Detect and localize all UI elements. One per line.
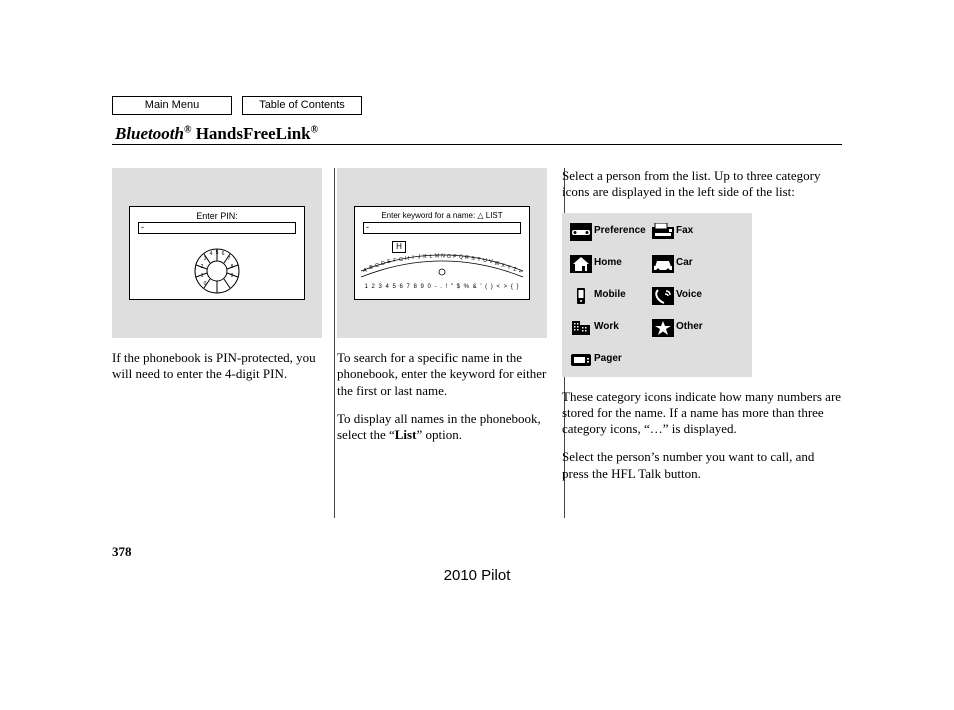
svg-text:D: D xyxy=(381,261,385,267)
toc-button[interactable]: Table of Contents xyxy=(242,96,362,115)
svg-text:S: S xyxy=(471,256,475,262)
svg-text:Z: Z xyxy=(513,267,516,273)
svg-text:R: R xyxy=(465,255,469,261)
category-icons-panel: Preference Fax Home Car Mobile Voice Wor… xyxy=(562,213,752,377)
categories-intro: Select a person from the list. Up to thr… xyxy=(562,168,842,201)
svg-text:G: G xyxy=(399,257,403,263)
fax-icon xyxy=(652,223,674,241)
search-screen: Enter keyword for a name: △ LIST - H ABC… xyxy=(354,206,530,300)
title-underline xyxy=(112,144,842,145)
svg-text:7: 7 xyxy=(228,256,231,262)
svg-text:O: O xyxy=(447,254,451,260)
svg-text:0: 0 xyxy=(204,281,207,287)
category-label: Other xyxy=(676,321,726,334)
svg-text:8: 8 xyxy=(231,264,234,270)
svg-text:T: T xyxy=(477,257,481,263)
svg-text:3: 3 xyxy=(204,256,207,262)
home-icon xyxy=(570,255,592,273)
page-title: Bluetooth® HandsFreeLink® xyxy=(115,124,318,144)
top-nav: Main Menu Table of Contents xyxy=(112,96,362,115)
column-search: Enter keyword for a name: △ LIST - H ABC… xyxy=(337,168,547,494)
svg-text:U: U xyxy=(483,258,487,264)
svg-text:F: F xyxy=(393,258,396,264)
manual-page: Main Menu Table of Contents Bluetooth ® H… xyxy=(0,0,954,710)
car-icon xyxy=(652,255,674,273)
search-input[interactable]: - xyxy=(363,222,521,234)
svg-text:M: M xyxy=(435,254,439,260)
svg-text:K: K xyxy=(423,254,427,260)
svg-text:C: C xyxy=(375,263,379,269)
category-label: Car xyxy=(676,257,726,270)
svg-text:6: 6 xyxy=(222,251,225,257)
column-categories: Select a person from the list. Up to thr… xyxy=(562,168,842,494)
svg-text:Y: Y xyxy=(507,265,511,271)
ellipsis: … xyxy=(650,421,663,436)
svg-text:9: 9 xyxy=(231,273,234,279)
main-menu-button[interactable]: Main Menu xyxy=(112,96,232,115)
category-label: Fax xyxy=(676,225,726,238)
column-separator xyxy=(334,168,335,518)
pin-caption: If the phonebook is PIN-protected, you w… xyxy=(112,350,322,383)
category-label: Pager xyxy=(594,353,652,366)
screen-search-pane: Enter keyword for a name: △ LIST - H ABC… xyxy=(337,168,547,338)
svg-text:I: I xyxy=(412,255,413,261)
other-icon xyxy=(652,319,674,337)
svg-text:N: N xyxy=(441,254,445,260)
categories-note-2: Select the person’s number you want to c… xyxy=(562,449,842,482)
column-pin: Enter PIN: - xyxy=(112,168,322,494)
svg-text:L: L xyxy=(430,254,433,260)
voice-icon xyxy=(652,287,674,305)
model-year: 2010 Pilot xyxy=(0,567,954,584)
content-columns: Enter PIN: - xyxy=(112,168,842,494)
pin-screen: Enter PIN: - xyxy=(129,206,305,300)
text: option. xyxy=(422,427,462,442)
svg-text:V: V xyxy=(489,259,493,265)
title-bluetooth: Bluetooth xyxy=(115,124,184,143)
registered-mark: ® xyxy=(311,124,318,135)
category-label: Preference xyxy=(594,225,652,238)
svg-text:↩: ↩ xyxy=(519,269,523,275)
work-icon xyxy=(570,319,592,337)
list-option-bold: List xyxy=(395,427,417,442)
svg-text:A: A xyxy=(363,268,367,274)
svg-text:5: 5 xyxy=(216,250,219,256)
pager-icon xyxy=(570,351,592,369)
svg-text:2: 2 xyxy=(201,264,204,270)
svg-text:4: 4 xyxy=(210,251,213,257)
text: is displayed. xyxy=(669,421,737,436)
svg-text:1: 1 xyxy=(201,273,204,279)
svg-text:W: W xyxy=(495,261,500,267)
category-label: Voice xyxy=(676,289,726,302)
svg-text:J: J xyxy=(418,255,421,261)
pin-label: Enter PIN: xyxy=(130,211,304,222)
svg-text:E: E xyxy=(387,259,391,265)
keyboard-arc-icon: ABC DEF GHI JKL MNO PQR STU VWX YZ↩ xyxy=(359,247,525,279)
mobile-icon xyxy=(570,287,592,305)
pin-dial-icon: 4 5 6 7 8 9 3 2 1 0 xyxy=(130,243,304,295)
page-number: 378 xyxy=(112,544,132,560)
preference-icon xyxy=(570,223,592,241)
category-label: Mobile xyxy=(594,289,652,302)
svg-text:X: X xyxy=(501,263,505,269)
svg-text:B: B xyxy=(369,265,373,271)
category-label: Work xyxy=(594,321,652,334)
category-label: Home xyxy=(594,257,652,270)
screen-pin-pane: Enter PIN: - xyxy=(112,168,322,338)
svg-text:Q: Q xyxy=(459,255,463,261)
pin-input[interactable]: - xyxy=(138,222,296,234)
svg-text:H: H xyxy=(405,256,409,262)
title-hfl: HandsFreeLink xyxy=(191,124,310,143)
search-caption-1: To search for a specific name in the pho… xyxy=(337,350,547,399)
svg-text:P: P xyxy=(453,254,457,260)
search-label: Enter keyword for a name: △ LIST xyxy=(355,211,529,221)
keyboard-numrow: 1 2 3 4 5 6 7 8 9 0 - . ! " $ % & ' ( ) … xyxy=(355,284,529,292)
search-caption-2: To display all names in the phonebook, s… xyxy=(337,411,547,444)
categories-note-1: These category icons indicate how many n… xyxy=(562,389,842,438)
